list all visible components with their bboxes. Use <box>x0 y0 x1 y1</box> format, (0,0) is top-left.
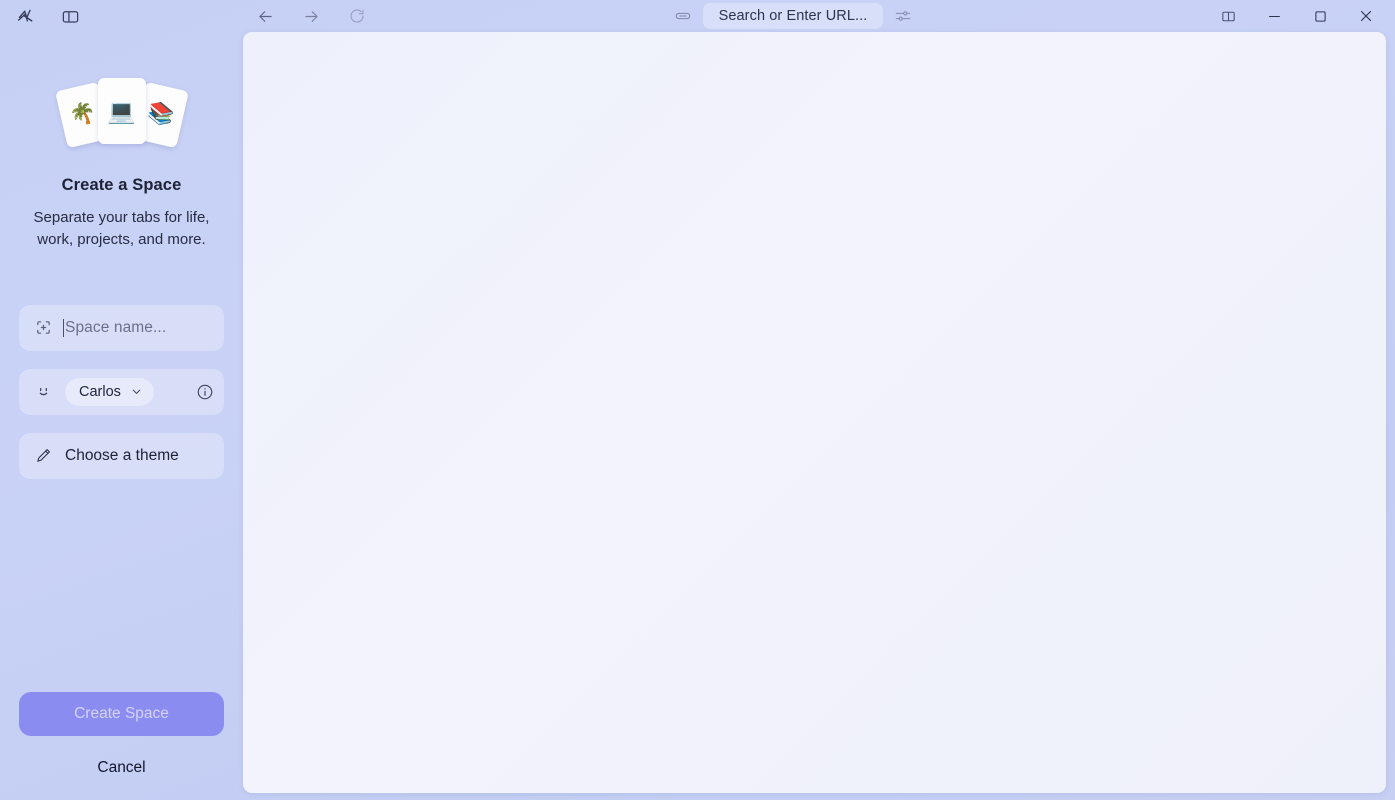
laptop-emoji: 💻 <box>107 97 136 124</box>
titlebar-left-group <box>0 0 243 32</box>
browser-window: Search or Enter URL... 🌴 📚 💻 Create a Sp… <box>0 0 1395 800</box>
minimize-icon[interactable] <box>1259 2 1289 30</box>
choose-theme-label: Choose a theme <box>65 446 179 464</box>
text-cursor <box>63 318 64 337</box>
chevron-down-icon <box>132 389 141 394</box>
reload-icon[interactable] <box>341 2 373 30</box>
arrow-right-icon[interactable] <box>295 2 327 30</box>
paintbrush-icon <box>31 447 55 465</box>
create-space-button[interactable]: Create Space <box>19 692 224 736</box>
profile-name: Carlos <box>79 383 121 400</box>
sidebar-toggle-icon[interactable] <box>54 2 86 30</box>
page-title: Create a Space <box>61 176 182 194</box>
space-name-placeholder: Space name... <box>65 318 167 336</box>
profile-selector-row[interactable]: Carlos <box>19 368 224 415</box>
titlebar: Search or Enter URL... <box>0 0 1395 32</box>
arrow-left-icon[interactable] <box>249 2 281 30</box>
create-space-sidebar: 🌴 📚 💻 Create a Space Separate your tabs … <box>0 32 243 800</box>
address-bar-group: Search or Enter URL... <box>373 2 1213 30</box>
split-view-icon[interactable] <box>1213 2 1243 30</box>
smiley-face-icon <box>31 383 55 400</box>
cancel-button[interactable]: Cancel <box>91 758 151 778</box>
choose-theme-button[interactable]: Choose a theme <box>19 432 224 479</box>
page-content-area[interactable] <box>243 32 1386 793</box>
books-emoji: 📚 <box>145 100 176 129</box>
illustration-card-center: 💻 <box>97 78 146 144</box>
palm-tree-emoji: 🌴 <box>67 100 98 129</box>
window-controls <box>1213 2 1395 30</box>
spaces-illustration: 🌴 📚 💻 <box>54 62 189 154</box>
profile-dropdown[interactable]: Carlos <box>65 377 154 406</box>
navigation-controls <box>243 2 373 30</box>
page-subtitle: Separate your tabs for life, work, proje… <box>33 209 210 248</box>
app-logo-icon[interactable] <box>10 2 42 30</box>
sliders-icon[interactable] <box>887 2 919 30</box>
info-icon[interactable] <box>196 383 214 401</box>
space-name-input[interactable]: Space name... <box>19 304 224 351</box>
maximize-icon[interactable] <box>1305 2 1335 30</box>
close-icon[interactable] <box>1351 2 1381 30</box>
add-square-icon <box>31 319 55 336</box>
search-input[interactable]: Search or Enter URL... <box>702 3 884 29</box>
link-icon[interactable] <box>667 2 699 30</box>
